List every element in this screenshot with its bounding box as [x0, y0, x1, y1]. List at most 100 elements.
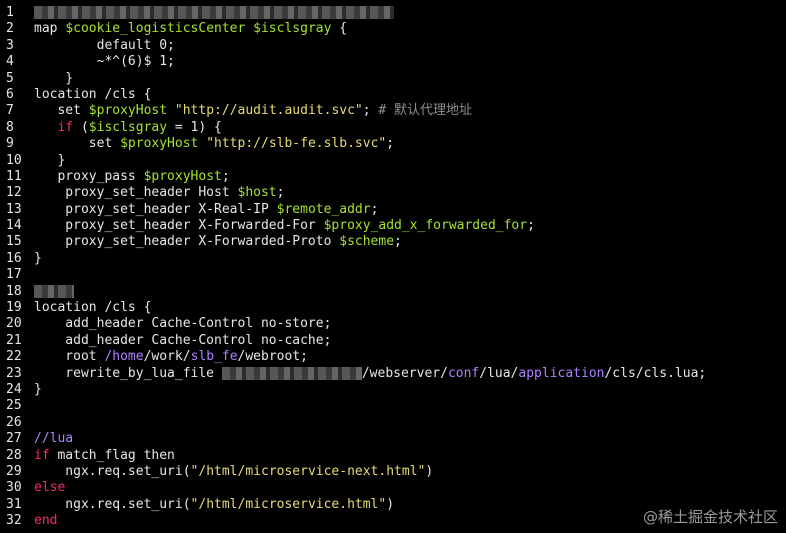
code-line[interactable]: 10 }: [0, 153, 786, 169]
code-token: root: [34, 349, 105, 365]
code-token: match_flag then: [49, 447, 175, 463]
code-line[interactable]: 9 set $proxyHost "http://slb-fe.slb.svc"…: [0, 136, 786, 152]
code-text: if ($isclsgray = 1) {: [34, 119, 221, 136]
code-token: location /cls {: [34, 300, 152, 316]
line-number: 9: [6, 136, 14, 152]
code-editor[interactable]: 1 2 map $cookie_logisticsCenter $isclsgray…: [0, 0, 786, 533]
code-line[interactable]: 25: [0, 398, 786, 414]
code-line[interactable]: 23 rewrite_by_lua_file /webserver/conf/l…: [0, 366, 786, 382]
code-line[interactable]: 8 if ($isclsgray = 1) {: [0, 120, 786, 136]
code-line[interactable]: 24}: [0, 382, 786, 398]
line-number: 23: [6, 365, 22, 381]
code-text: }: [34, 382, 42, 398]
code-token: "/html/microservice-next.html": [190, 463, 426, 479]
code-token: }: [34, 152, 66, 168]
code-text: ngx.req.set_uri("/html/microservice.html…: [34, 497, 394, 513]
line-number: 20: [6, 316, 22, 332]
code-token: /lua/: [479, 365, 519, 381]
code-token: ;: [276, 185, 285, 201]
code-line[interactable]: 27 //lua: [0, 431, 786, 447]
code-token: ;: [527, 218, 535, 234]
code-text: }: [34, 251, 42, 267]
code-line[interactable]: 22 root /home/work/slb_fe/webroot;: [0, 349, 786, 365]
code-line[interactable]: 29 ngx.req.set_uri("/html/microservice-n…: [0, 464, 786, 480]
code-token: $proxy_add_x_forwarded_for: [323, 218, 528, 234]
line-number: 7: [6, 103, 14, 119]
code-token: //lua: [34, 431, 74, 447]
line-number: 17: [6, 267, 22, 283]
code-token: end: [34, 513, 58, 529]
code-text: [34, 284, 74, 300]
code-text: //lua: [34, 431, 73, 447]
line-number: 18: [6, 283, 22, 299]
code-token: }: [34, 250, 42, 266]
code-token: if: [34, 447, 50, 463]
code-line[interactable]: 12 proxy_set_header Host $host;: [0, 185, 786, 201]
line-number: 1: [6, 5, 14, 20]
line-number: 14: [6, 218, 22, 234]
code-token: proxy_set_header Host: [34, 185, 238, 201]
code-token: ;: [386, 136, 395, 152]
line-number: 5: [6, 70, 14, 86]
code-token: proxy_pass: [34, 168, 144, 184]
code-token: "/html/microservice.html": [190, 496, 387, 512]
code-text: proxy_set_header X-Real-IP $remote_addr;: [34, 202, 378, 218]
code-line[interactable]: 17: [0, 267, 786, 283]
code-line[interactable]: 14 proxy_set_header X-Forwarded-For $pro…: [0, 218, 786, 234]
line-number: 32: [6, 513, 22, 529]
code-token: ;: [394, 234, 402, 250]
code-token: "http://slb-fe.slb.svc": [206, 136, 387, 152]
code-token: set: [34, 103, 89, 119]
code-token: ngx.req.set_uri(: [34, 496, 191, 512]
line-number: 16: [6, 250, 22, 266]
code-line[interactable]: 20 add_header Cache-Control no-store;: [0, 316, 786, 332]
code-text: }: [34, 153, 65, 169]
line-number: 11: [6, 168, 22, 184]
code-token: add_header Cache-Control no-cache;: [34, 332, 332, 348]
code-text: add_header Cache-Control no-cache;: [34, 333, 331, 349]
code-line[interactable]: 28 if match_flag then: [0, 448, 786, 464]
code-line[interactable]: 21 add_header Cache-Control no-cache;: [0, 333, 786, 349]
code-token: ngx.req.set_uri(: [34, 463, 191, 479]
code-line[interactable]: 5 }: [0, 71, 786, 87]
code-text: location /cls {: [34, 87, 151, 103]
line-number: 21: [6, 332, 22, 348]
line-number: 28: [6, 447, 22, 463]
code-token: "http://audit.audit.svc": [174, 103, 363, 119]
code-line[interactable]: 19 location /cls {: [0, 300, 786, 316]
code-token: proxy_set_header X-Real-IP: [34, 201, 277, 217]
code-line[interactable]: 16}: [0, 251, 786, 267]
code-line[interactable]: 3 default 0;: [0, 38, 786, 54]
code-token: $isclsgray: [88, 119, 168, 135]
code-line[interactable]: 18: [0, 284, 786, 300]
code-token: slb_fe: [190, 349, 238, 365]
code-text: proxy_set_header X-Forwarded-For $proxy_…: [34, 218, 535, 234]
code-line[interactable]: 30 else: [0, 480, 786, 496]
code-line[interactable]: 6 location /cls {: [0, 87, 786, 103]
code-token: /work/: [143, 349, 191, 365]
code-token: (: [73, 119, 89, 135]
code-line[interactable]: 11 proxy_pass $proxyHost;: [0, 169, 786, 185]
line-number: 19: [6, 300, 22, 316]
code-text: proxy_set_header X-Forwarded-Proto $sche…: [34, 234, 402, 250]
code-text: else: [34, 480, 65, 496]
code-line[interactable]: 15 proxy_set_header X-Forwarded-Proto $s…: [0, 234, 786, 250]
code-line[interactable]: 7 set $proxyHost "http://audit.audit.svc…: [0, 103, 786, 119]
code-token: ;: [370, 201, 379, 217]
code-token: $proxyHost: [120, 136, 199, 152]
code-line[interactable]: 2 map $cookie_logisticsCenter $isclsgray …: [0, 21, 786, 37]
code-token: application: [518, 365, 605, 381]
code-token: if: [57, 119, 74, 135]
redacted-text: [221, 366, 362, 380]
code-line[interactable]: 13 proxy_set_header X-Real-IP $remote_ad…: [0, 202, 786, 218]
code-line[interactable]: 1: [0, 5, 786, 21]
code-line[interactable]: 26: [0, 415, 786, 431]
code-token: # 默认代理地址: [378, 103, 473, 119]
code-text: ~*^(6)$ 1;: [34, 54, 175, 70]
code-text: }: [34, 71, 73, 87]
code-text: location /cls {: [34, 300, 151, 316]
code-line[interactable]: 4 ~*^(6)$ 1;: [0, 54, 786, 70]
redacted-text: [34, 284, 74, 298]
